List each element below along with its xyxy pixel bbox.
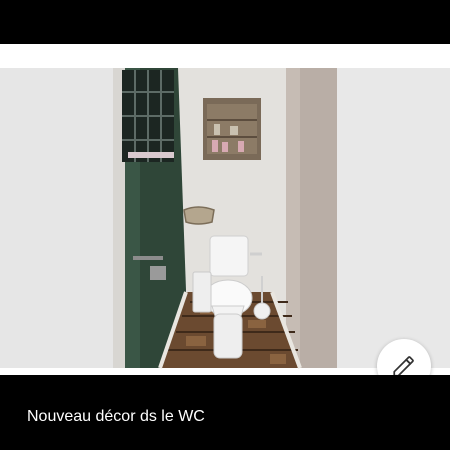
- toilet-room-photo: [0, 44, 450, 375]
- photo-caption: Nouveau décor ds le WC: [27, 408, 205, 425]
- photo-viewer-screen: Nouveau décor ds le WC: [0, 0, 450, 450]
- top-bar: [0, 0, 450, 44]
- photo-area: [0, 44, 450, 393]
